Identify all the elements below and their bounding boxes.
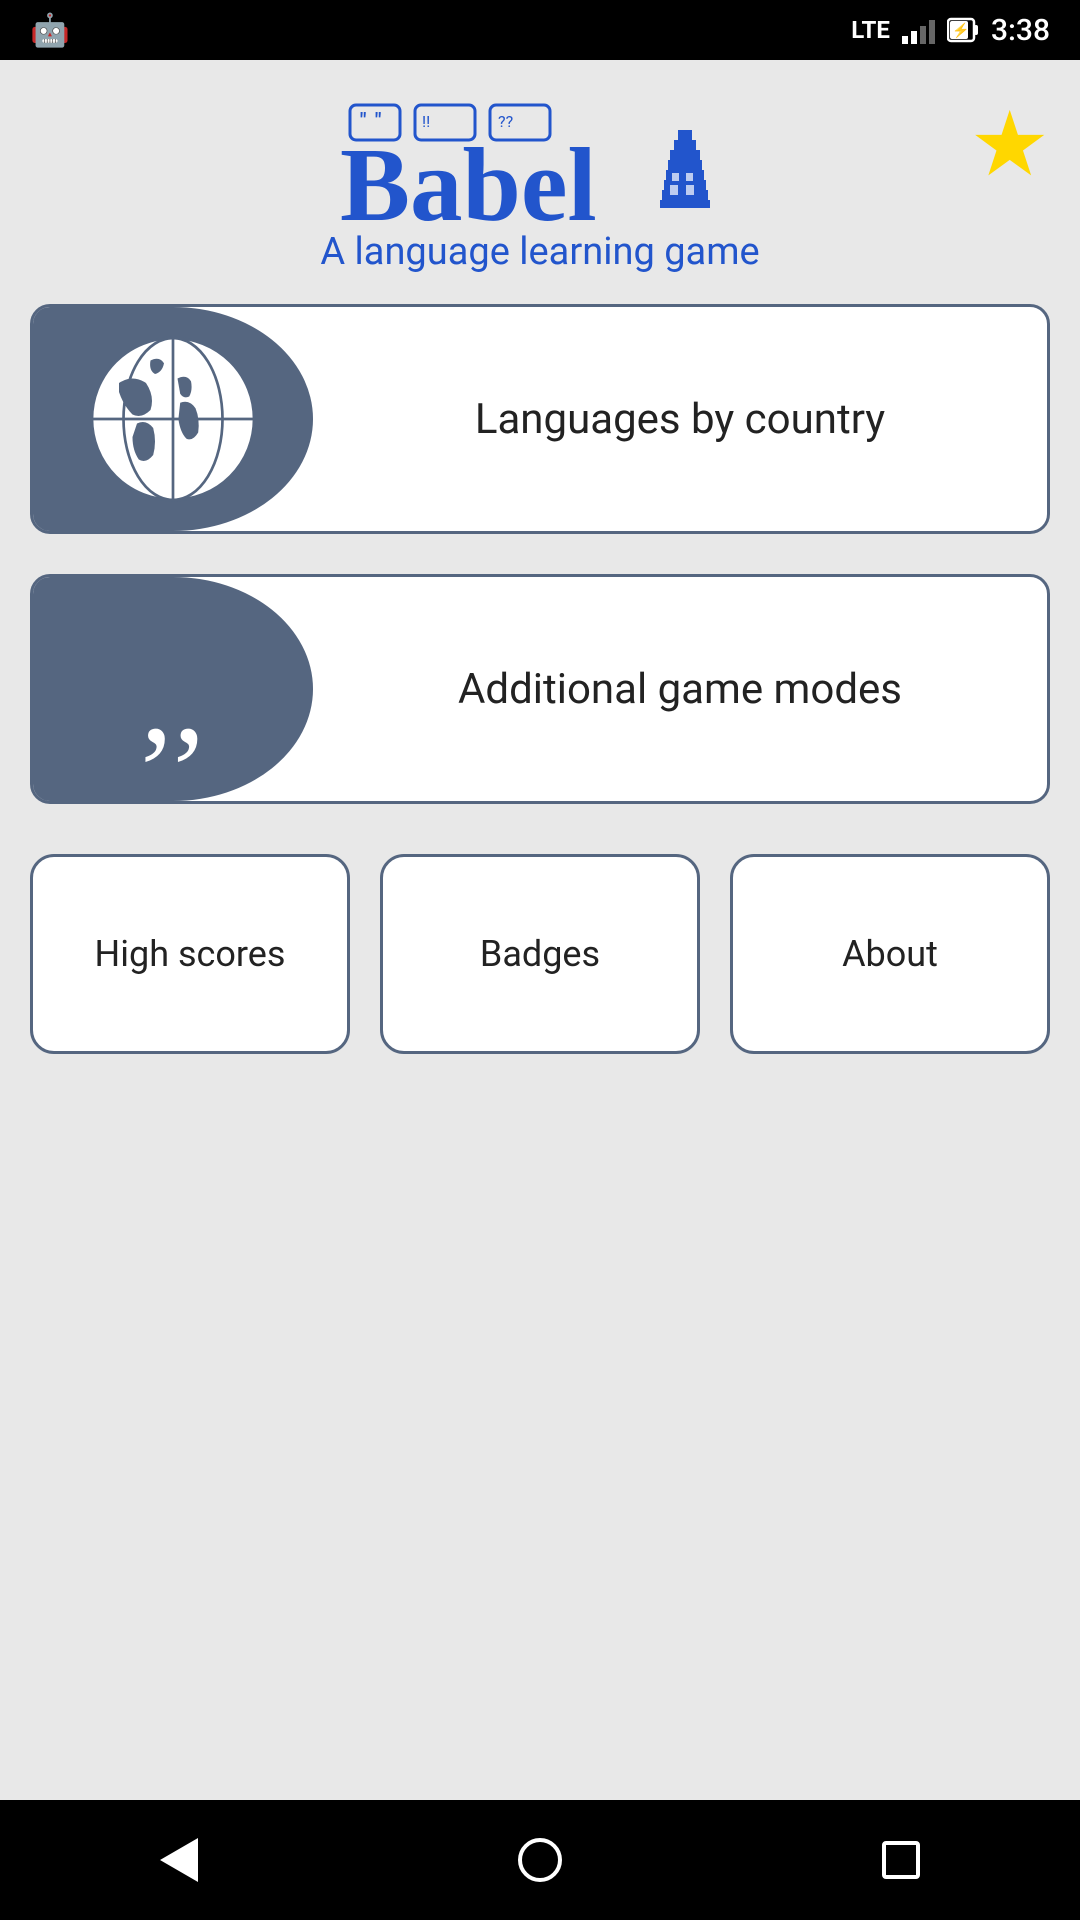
globe-icon — [83, 329, 263, 509]
badges-button[interactable]: Badges — [380, 854, 700, 1054]
time-display: 3:38 — [991, 13, 1050, 48]
lte-label: LTE — [851, 16, 890, 44]
languages-by-country-label: Languages by country — [313, 395, 1047, 444]
additional-game-modes-label: Additional game modes — [313, 665, 1047, 714]
status-bar: 🤖 LTE ⚡ 3:38 — [0, 0, 1080, 60]
logo-area: " " !! ?? Babel — [320, 100, 759, 274]
signal-icon — [902, 16, 935, 44]
star-icon[interactable]: ★ — [969, 100, 1050, 190]
app-logo: " " !! ?? Babel — [340, 100, 740, 230]
additional-game-modes-button[interactable]: ,, Additional game modes — [30, 574, 1050, 804]
main-content: " " !! ?? Babel — [0, 60, 1080, 1800]
svg-text:⚡: ⚡ — [952, 22, 969, 39]
recents-icon — [882, 1841, 920, 1879]
quote-icon-container: ,, — [33, 577, 313, 801]
home-icon — [518, 1838, 562, 1882]
back-icon — [160, 1838, 198, 1882]
home-button[interactable] — [518, 1838, 562, 1882]
quote-marks-icon: ,, — [141, 647, 206, 751]
subtitle: A language learning game — [320, 230, 759, 274]
languages-by-country-button[interactable]: Languages by country — [30, 304, 1050, 534]
battery-icon: ⚡ — [947, 16, 979, 44]
status-right: LTE ⚡ 3:38 — [851, 13, 1050, 48]
back-button[interactable] — [160, 1838, 198, 1882]
status-left: 🤖 — [30, 11, 70, 49]
svg-text:Babel: Babel — [340, 126, 597, 230]
navigation-bar — [0, 1800, 1080, 1920]
high-scores-button[interactable]: High scores — [30, 854, 350, 1054]
app-header: " " !! ?? Babel — [30, 100, 1050, 274]
bottom-buttons-row: High scores Badges About — [30, 854, 1050, 1054]
robot-icon: 🤖 — [30, 11, 70, 49]
globe-icon-container — [33, 307, 313, 531]
recents-button[interactable] — [882, 1841, 920, 1879]
about-button[interactable]: About — [730, 854, 1050, 1054]
